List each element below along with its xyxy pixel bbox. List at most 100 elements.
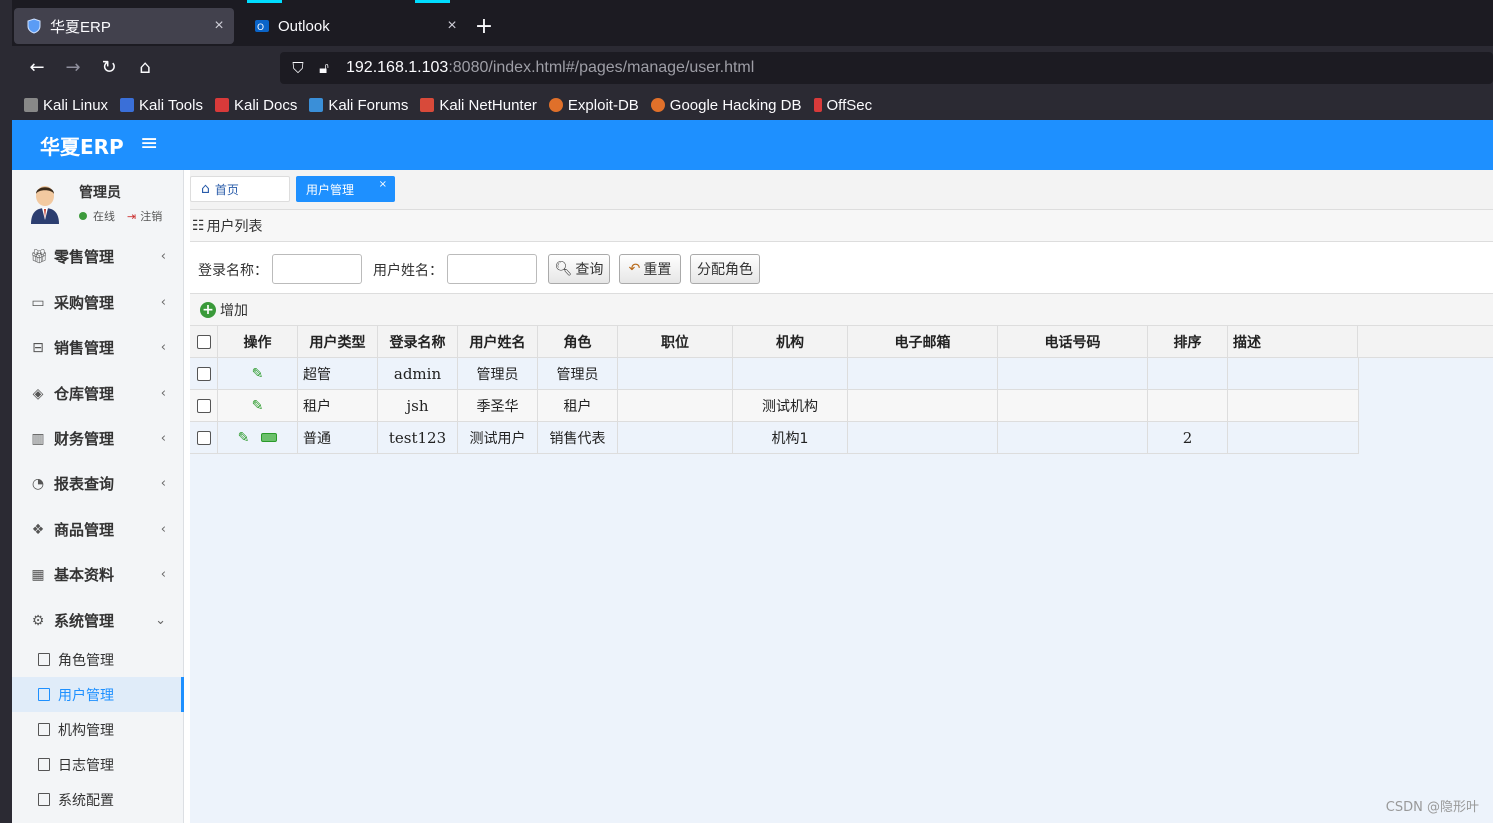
file-icon [38,653,50,666]
submenu-orgs[interactable]: 机构管理 [12,712,184,747]
menu-purchase[interactable]: ▭ 采购管理 ‹ [12,280,184,325]
user-name-input[interactable] [447,254,537,284]
user-status: 在线 ⇥ 注销 [79,208,162,224]
pie-icon: ◔ [31,475,45,492]
browser-tab-erp[interactable]: 华夏ERP × [14,8,234,44]
app-logo[interactable]: 华夏ERP [40,131,124,160]
close-icon[interactable]: × [379,179,387,190]
col-header: 职位 [618,326,733,358]
forward-arrow-icon[interactable]: → [61,56,85,80]
tab-indicator [247,0,282,3]
browser-tab-outlook[interactable]: O Outlook × [242,8,467,44]
bookmark-kali-forums[interactable]: Kali Forums [309,97,408,114]
bookmark-kali-docs[interactable]: Kali Docs [214,97,297,114]
cell-org [733,358,848,390]
ghdb-icon [650,98,665,112]
exploit-db-icon [548,98,563,112]
cell-name: 季圣华 [458,390,538,422]
tab-home[interactable]: ⌂ 首页 [190,176,290,202]
close-tab-button[interactable]: × [208,17,230,35]
submenu-logs[interactable]: 日志管理 [12,747,184,782]
file-icon [38,688,50,701]
col-header: 用户类型 [298,326,378,358]
grid-icon: ▦ [31,566,45,583]
cell-type: 租户 [298,390,378,422]
menu-system[interactable]: ⚙︎ 系统管理 ⌄ [12,598,184,643]
col-header: 登录名称 [378,326,458,358]
cell-role: 管理员 [538,358,618,390]
menu-basic-data[interactable]: ▦ 基本资料 ‹ [12,552,184,597]
edit-pencil-icon[interactable]: ✎ [238,430,250,446]
bookmark-kali-tools[interactable]: Kali Tools [120,97,203,114]
cell-name: 测试用户 [458,422,538,454]
url-bar[interactable]: ⛉ 🔓︎ 192.168.1.103:8080/index.html#/page… [280,52,1493,84]
back-arrow-icon[interactable]: ← [25,56,49,80]
new-tab-button[interactable]: + [472,14,496,39]
col-header-filler [1358,326,1493,358]
grid-toolbar: + 增加 [190,294,1493,326]
cell-type: 超管 [298,358,378,390]
row-checkbox[interactable] [196,366,211,381]
tab-title: 华夏ERP [50,18,111,36]
tab-indicator [415,0,450,3]
sidebar: 管理员 在线 ⇥ 注销 🎁︎ 零售管理 ‹ ▭ 采购管理 ‹ ⊟ 销售管理 ‹ ◈ 仓库管理 ‹… [12,170,184,823]
row-checkbox[interactable] [196,430,211,445]
menu-goods[interactable]: ❖ 商品管理 ‹ [12,507,184,552]
logout-link[interactable]: 注销 [140,208,162,224]
cell-position [618,390,733,422]
bookmark-exploit-db[interactable]: Exploit-DB [548,97,639,114]
logout-icon: ⇥ [127,209,137,223]
table-row[interactable]: ✎ 超管 admin 管理员 管理员 [190,358,1359,390]
table-row[interactable]: ✎ 普通 test123 测试用户 销售代表 机构1 2 [190,422,1359,454]
select-all-checkbox[interactable] [196,334,211,349]
actions-cell: ✎ [218,358,298,390]
submenu-config[interactable]: 系统配置 [12,782,184,817]
bookmark-kali-linux[interactable]: Kali Linux [24,97,108,114]
submenu-roles[interactable]: 角色管理 [12,642,184,677]
assign-role-button[interactable]: 分配角色 [690,254,760,284]
login-name-input[interactable] [272,254,362,284]
toggle-status-icon[interactable] [261,433,278,442]
close-tab-button[interactable]: × [441,17,463,35]
shield-icon [26,18,42,34]
menu-warehouse[interactable]: ◈ 仓库管理 ‹ [12,371,184,416]
bookmark-google-hacking-db[interactable]: Google Hacking DB [650,97,802,114]
outlook-icon: O [254,18,270,34]
offsec-icon [813,98,822,112]
bookmark-offsec[interactable]: OffSec [813,97,872,114]
menu-finance[interactable]: ▥ 财务管理 ‹ [12,416,184,461]
edit-pencil-icon[interactable]: ✎ [252,398,264,414]
menu-retail[interactable]: 🎁︎ 零售管理 ‹ [12,234,184,279]
chevron-left-icon: ‹ [160,567,166,582]
cell-position [618,358,733,390]
col-header: 角色 [538,326,618,358]
kali-docs-icon [214,98,229,112]
submenu-users[interactable]: 用户管理 [12,677,184,712]
user-panel: 管理员 在线 ⇥ 注销 [12,170,184,234]
cell-phone [998,390,1148,422]
menu-reports[interactable]: ◔ 报表查询 ‹ [12,461,184,506]
menu-sales[interactable]: ⊟ 销售管理 ‹ [12,325,184,370]
menu-toggle-icon[interactable]: ≡ [140,131,158,156]
reload-icon[interactable]: ↻ [97,56,121,80]
home-icon[interactable]: ⌂ [133,56,157,80]
search-form: 登录名称： 用户姓名： 🔍︎ 查询 ↶ 重置 分配角色 [190,242,1493,294]
bookmark-kali-nethunter[interactable]: Kali NetHunter [420,97,537,114]
cell-position [618,422,733,454]
col-header: 电话号码 [998,326,1148,358]
select-all-cell [190,326,218,358]
col-header: 机构 [733,326,848,358]
tab-user-management[interactable]: 用户管理 × [296,176,395,202]
user-table: 操作 用户类型 登录名称 用户姓名 角色 职位 机构 电子邮箱 电话号码 排序 … [190,326,1493,823]
row-checkbox[interactable] [196,398,211,413]
chevron-left-icon: ‹ [160,522,166,537]
reset-button[interactable]: ↶ 重置 [619,254,681,284]
table-row[interactable]: ✎ 租户 jsh 季圣华 租户 测试机构 [190,390,1359,422]
cell-desc [1228,358,1359,390]
query-button[interactable]: 🔍︎ 查询 [548,254,610,284]
edit-pencil-icon[interactable]: ✎ [252,366,264,382]
chat-icon: ▭ [31,294,45,311]
add-button[interactable]: 增加 [220,300,248,320]
cell-login: jsh [378,390,458,422]
window-edge [0,0,12,823]
